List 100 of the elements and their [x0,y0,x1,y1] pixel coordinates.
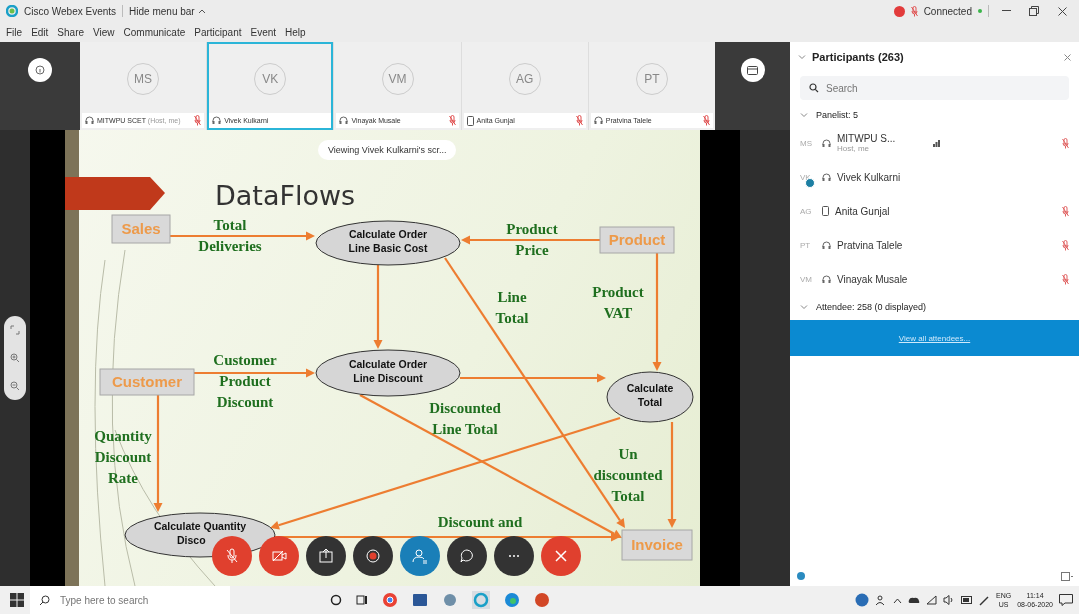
flow-label: Total [611,488,645,504]
menu-item[interactable]: Edit [31,26,49,38]
participants-icon [410,546,430,566]
volume-icon[interactable] [943,595,955,605]
participants-button[interactable] [400,536,440,576]
more-icon [507,554,521,558]
video-button[interactable] [259,536,299,576]
panel-toggle-icon[interactable] [1061,571,1073,581]
entity-box [111,214,171,244]
share-button[interactable] [306,536,346,576]
notification-icon[interactable] [1059,594,1073,606]
caret-icon [197,8,206,14]
headset-icon [822,240,831,250]
battery-icon[interactable] [961,596,973,604]
headset-icon [822,138,831,148]
document-app-icon[interactable] [412,592,428,608]
muted-mic-icon[interactable] [910,5,918,17]
process-label: Calculate Quantity Disco [153,520,247,546]
flow-label: Line [497,289,527,305]
menu-item[interactable]: Communicate [123,26,186,38]
muted-mic-icon[interactable] [1062,205,1069,217]
layout-button[interactable] [740,58,765,82]
headset-icon [822,274,831,284]
headset-icon [339,116,349,125]
flow-label: Product [592,284,644,300]
process-label: Calculate Order Line Discount [348,358,428,384]
webex-app-icon[interactable] [472,591,490,609]
ring-icon[interactable] [330,594,342,606]
participant-role: Host, me [837,144,870,153]
phone-icon [822,206,829,216]
participant-name: Pratvina Talele [837,239,904,251]
menu-item[interactable]: Participant [194,26,242,38]
mute-button[interactable] [212,536,252,576]
headset-icon [593,116,603,125]
info-icon [35,65,45,75]
flow-label: Rate [108,470,138,486]
participant-name: MITWPU S... [837,133,897,144]
flow-label: Product [506,221,558,237]
group-header: Panelist: 5 [816,110,859,120]
muted-mic-icon[interactable] [1062,273,1069,285]
flow-label: Total [213,217,247,233]
group-header: Attendee: 258 (0 displayed) [816,302,927,312]
menu-item[interactable]: Share [57,26,85,38]
info-button[interactable] [28,58,52,82]
minimize-icon [1001,10,1011,12]
menu-item[interactable]: Event [250,26,277,38]
zoom-in-icon[interactable] [10,353,20,363]
flow-label: VAT [603,305,633,321]
close-icon [1057,6,1067,16]
connection-status: Connected [923,5,972,17]
headset-icon [212,116,222,125]
app-logo-icon [6,5,18,17]
windows-start-icon[interactable] [10,593,24,607]
people-icon[interactable] [875,594,887,606]
hide-menu-bar-button[interactable]: Hide menu bar [129,5,206,17]
chat-button[interactable] [447,536,487,576]
flow-label: discounted [593,467,663,483]
flow-label: Discount and [437,514,523,530]
flow-label: Product [219,373,271,389]
menu-item[interactable]: Help [285,26,306,38]
flow-label: Price [515,242,549,258]
entity-label: Product [608,231,666,248]
flow-label: Discounted [429,400,501,416]
flow-label: Discount [94,449,152,465]
participant-initials: PT [800,240,812,250]
more-button[interactable] [494,536,534,576]
share-icon [316,546,336,566]
participant-row[interactable]: MS MITWPU S... Host, me [790,126,1079,160]
zoom-out-icon[interactable] [10,381,20,391]
entity-label: Invoice [631,536,683,553]
participant-row[interactable]: VM Vinayak Musale [790,262,1079,296]
entity-box [621,529,693,561]
layout-icon [747,65,758,75]
muted-mic-icon[interactable] [1062,137,1069,149]
flow-label: Line Total [432,421,498,437]
caret-icon[interactable] [893,596,902,604]
flow-label: Quantity [94,428,152,444]
menu-item[interactable]: File [6,26,23,38]
taskbar-search-field[interactable]: Type here to search [30,586,230,614]
muted-mic-icon[interactable] [1062,239,1069,251]
end-button[interactable] [541,536,581,576]
muted-mic-icon[interactable] [448,115,456,126]
participant-row[interactable]: PT Pratvina Talele [790,228,1079,262]
window-title: Cisco Webex Events [24,5,117,17]
flow-label: Deliveries [198,238,262,254]
participant-row[interactable]: AG Anita Gunjal [790,194,1079,228]
browser-icon[interactable] [382,592,398,608]
muted-mic-icon[interactable] [703,115,710,126]
menu-item[interactable]: View [93,26,115,38]
search-field[interactable]: Search [800,76,1069,100]
cloud-icon[interactable] [908,596,920,604]
muted-mic-icon[interactable] [575,115,583,126]
record-button[interactable] [353,536,393,576]
process-label: Calculate Total [626,382,674,408]
task-view-icon[interactable] [356,594,368,606]
headset-icon [822,172,831,182]
restore-icon [1029,6,1039,16]
close-icon[interactable] [1064,53,1071,61]
muted-mic-icon[interactable] [194,115,202,126]
viewing-banner: Viewing Vivek Kulkarni's scr... [318,140,457,160]
